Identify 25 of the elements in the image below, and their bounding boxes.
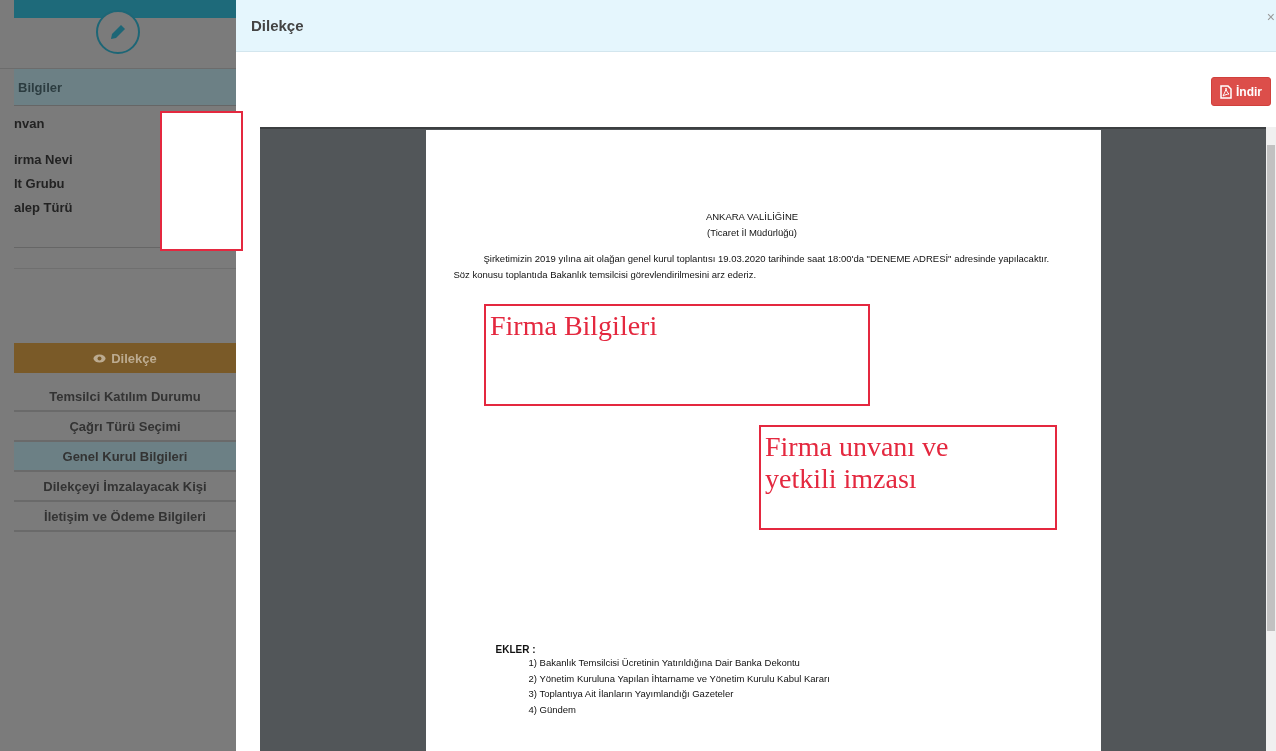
field-label: lt Grubu: [14, 176, 66, 193]
attachment-item: 3) Toplantıya Ait İlanların Yayımlandığı Gazeteler: [528, 687, 735, 701]
download-button[interactable]: İndir: [1211, 77, 1271, 106]
attachment-item: 1) Bakanlık Temsilcisi Ücretinin Yatırıldığına Dair Banka Dekontu: [528, 656, 801, 670]
preview-button[interactable]: Dilekçe: [14, 343, 236, 373]
pencil-icon: [96, 10, 140, 54]
close-button[interactable]: ×: [1266, 8, 1275, 25]
document-subheading: (Ticaret İl Müdürlüğü): [706, 226, 798, 240]
annotation-note: Firma unvanı ve yetkili imzası: [759, 425, 1057, 530]
preview-label: Dilekçe: [111, 350, 157, 366]
attachments-title: EKLER :: [495, 644, 537, 655]
section-title: Bilgiler: [14, 69, 236, 106]
pdf-icon: [1220, 84, 1232, 99]
attachment-item: 4) Gündem: [528, 702, 578, 717]
attachment-item: 2) Yönetim Kuruluna Yapılan İhtarname ve Yönetim Kurulu Kabul Kararı: [528, 671, 831, 686]
annotation-note: Firma Bilgileri: [484, 304, 870, 406]
field-label: alep Türü: [14, 200, 74, 217]
eye-icon: [93, 353, 107, 363]
field-label: irma Nevi: [14, 152, 74, 169]
document-heading: ANKARA VALİLİĞİNE: [704, 210, 800, 224]
document-body: Şirketimizin 2019 yılına ait olağan genel kurul toplantısı 19.03.2020 tarihinde saat 18:00'da "DENEME ADRESİ" adresinde yapılacaktır. Söz konusu toplantıda Bakanlık temsilcisi görevlendirilmesini arz ederiz.: [453, 252, 1051, 282]
scrollbar[interactable]: [1266, 127, 1276, 751]
field-label: nvan: [14, 116, 46, 133]
step-item[interactable]: Genel Kurul Bilgileri: [14, 442, 236, 472]
modal-title: Dilekçe: [251, 17, 304, 34]
